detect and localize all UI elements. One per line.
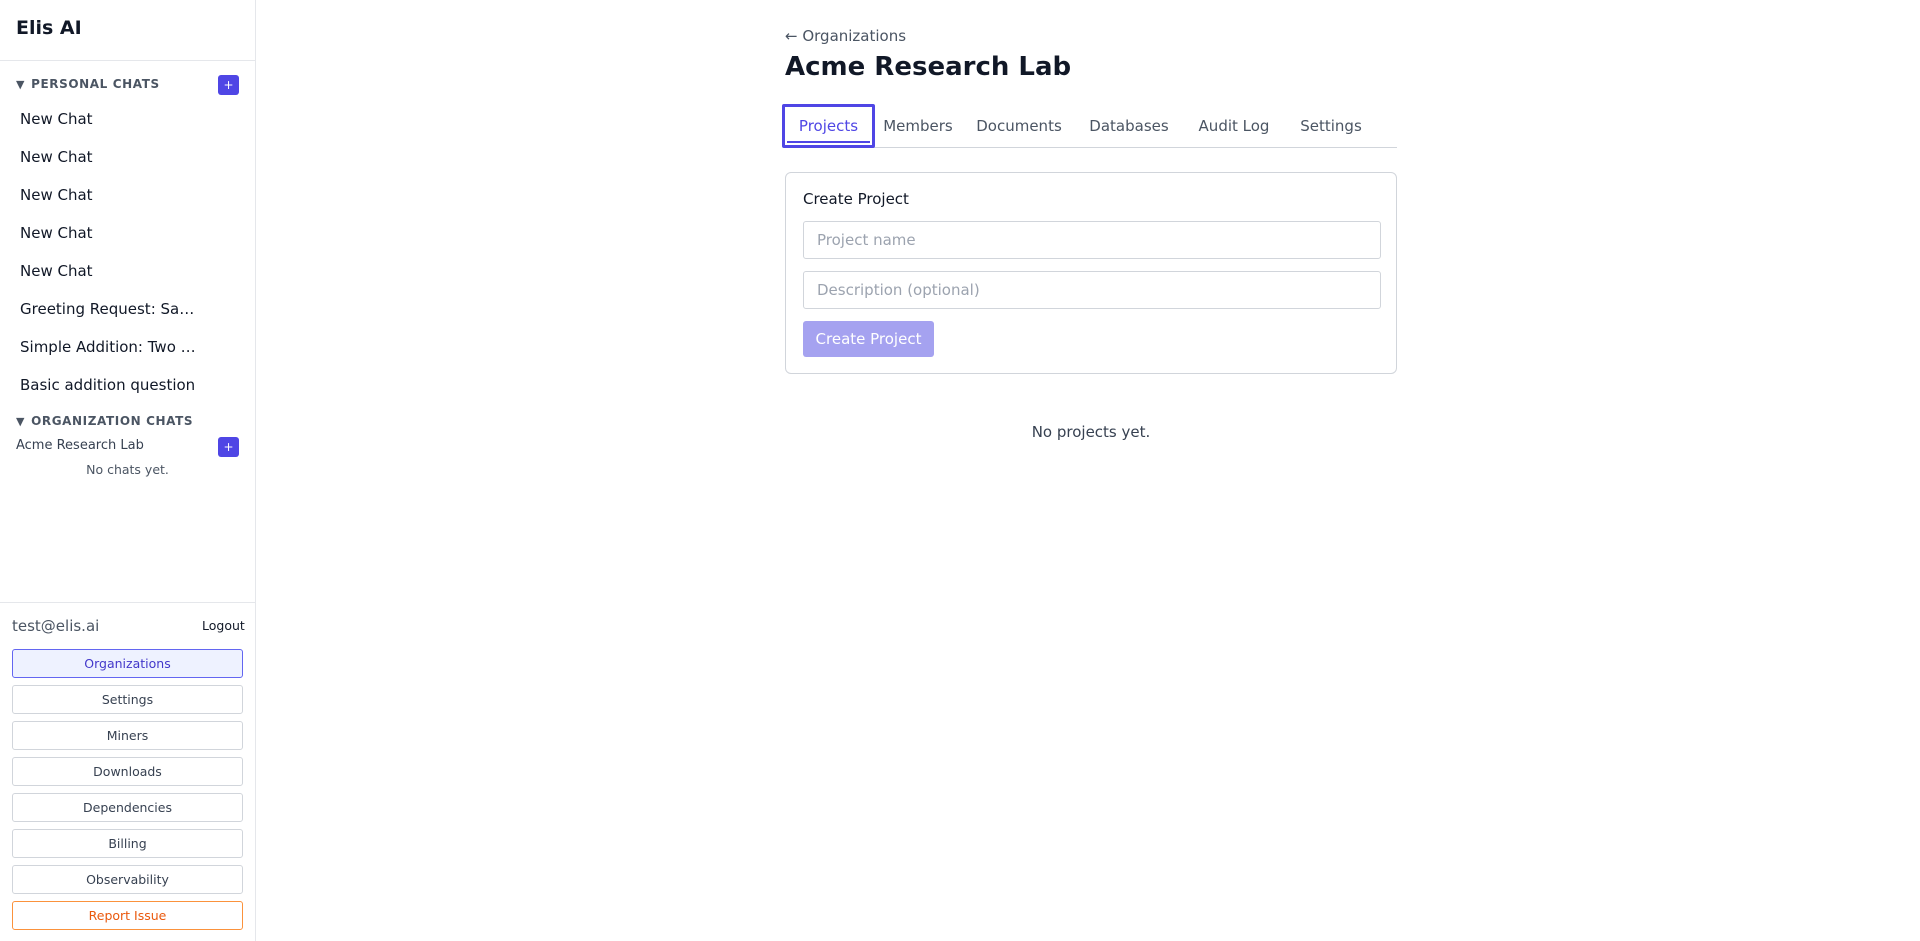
settings-button[interactable]: Settings: [12, 685, 243, 714]
miners-button[interactable]: Miners: [12, 721, 243, 750]
tab-members[interactable]: Members: [877, 104, 959, 148]
project-description-input[interactable]: [803, 271, 1381, 309]
tab-settings[interactable]: Settings: [1291, 104, 1371, 148]
chevron-down-icon: ▼: [16, 77, 26, 91]
report-issue-button[interactable]: Report Issue: [12, 901, 243, 930]
back-to-organizations-link[interactable]: ← Organizations: [785, 27, 906, 45]
chat-list-item[interactable]: Simple Addition: Two Pl…: [20, 338, 200, 356]
create-project-card: Create Project Create Project: [785, 172, 1397, 374]
tab-audit-log[interactable]: Audit Log: [1191, 104, 1277, 148]
chat-list-item[interactable]: New Chat: [20, 224, 200, 242]
chat-list-item[interactable]: Basic addition question: [20, 376, 200, 394]
tab-documents[interactable]: Documents: [968, 104, 1070, 148]
sidebar: Elis AI ▼ PERSONAL CHATS + New Chat New …: [0, 0, 256, 941]
billing-button[interactable]: Billing: [12, 829, 243, 858]
chat-list-item[interactable]: New Chat: [20, 148, 200, 166]
tab-projects[interactable]: Projects: [782, 104, 875, 148]
create-project-button[interactable]: Create Project: [803, 321, 934, 357]
organization-chats-header[interactable]: ▼ ORGANIZATION CHATS: [16, 414, 193, 428]
projects-empty-state: No projects yet.: [1031, 423, 1151, 441]
new-org-chat-button[interactable]: +: [218, 437, 239, 457]
chat-list-item[interactable]: New Chat: [20, 186, 200, 204]
tab-bar: Projects Members Documents Databases Aud…: [782, 104, 1397, 148]
divider: [0, 602, 255, 603]
org-chats-empty: No chats yet.: [86, 462, 169, 477]
organizations-button[interactable]: Organizations: [12, 649, 243, 678]
chat-list-item[interactable]: Greeting Request: Say …: [20, 300, 200, 318]
personal-chats-label: PERSONAL CHATS: [31, 77, 160, 91]
downloads-button[interactable]: Downloads: [12, 757, 243, 786]
organization-chats-label: ORGANIZATION CHATS: [31, 414, 194, 428]
org-chat-group-name: Acme Research Lab: [16, 438, 144, 453]
personal-chats-header[interactable]: ▼ PERSONAL CHATS: [16, 77, 160, 91]
chat-list-item[interactable]: New Chat: [20, 110, 200, 128]
active-tab-indicator: [787, 141, 870, 143]
chevron-down-icon: ▼: [16, 414, 26, 428]
divider: [0, 60, 255, 61]
observability-button[interactable]: Observability: [12, 865, 243, 894]
new-personal-chat-button[interactable]: +: [218, 75, 239, 95]
app-title: Elis AI: [16, 17, 82, 39]
project-name-input[interactable]: [803, 221, 1381, 259]
page-title: Acme Research Lab: [785, 52, 1072, 82]
logout-button[interactable]: Logout: [202, 618, 245, 633]
tab-label: Projects: [798, 117, 859, 135]
tab-databases[interactable]: Databases: [1080, 104, 1178, 148]
card-title: Create Project: [803, 190, 909, 208]
user-email: test@elis.ai: [12, 617, 100, 635]
dependencies-button[interactable]: Dependencies: [12, 793, 243, 822]
chat-list-item[interactable]: New Chat: [20, 262, 200, 280]
